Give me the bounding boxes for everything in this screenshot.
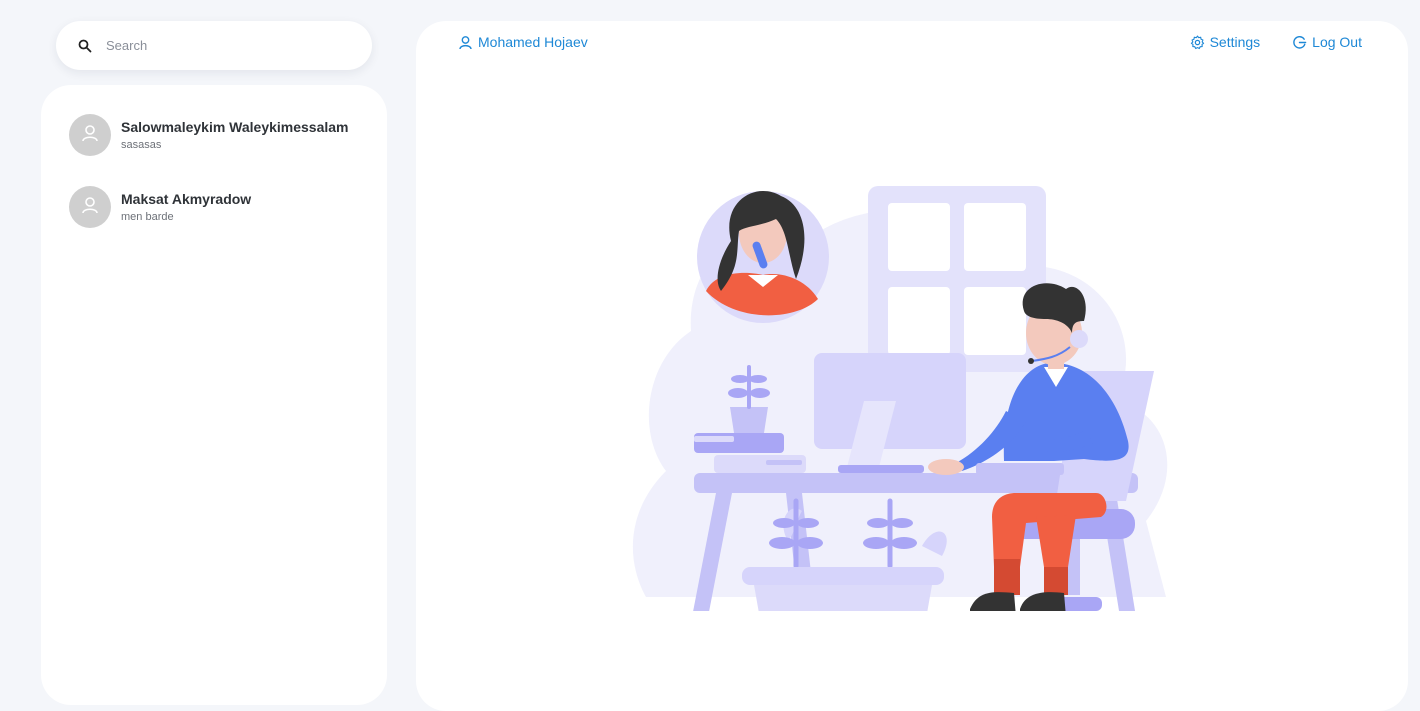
settings-label: Settings bbox=[1209, 34, 1261, 50]
logout-button[interactable]: Log Out bbox=[1292, 34, 1362, 50]
search-bar[interactable] bbox=[56, 21, 372, 70]
contact-name: Salowmaleykim Waleykimessalam bbox=[121, 119, 349, 135]
search-icon bbox=[78, 39, 92, 53]
avatar bbox=[69, 114, 111, 156]
settings-button[interactable]: Settings bbox=[1190, 34, 1261, 50]
user-icon bbox=[80, 195, 100, 220]
contact-item[interactable]: Maksat Akmyradow men barde bbox=[69, 185, 387, 229]
contact-name: Maksat Akmyradow bbox=[121, 191, 252, 207]
logout-label: Log Out bbox=[1312, 34, 1362, 50]
contact-last-message: men barde bbox=[121, 211, 174, 223]
contact-list: Salowmaleykim Waleykimessalam sasasas Ma… bbox=[41, 85, 387, 705]
user-icon bbox=[458, 35, 473, 50]
user-icon bbox=[80, 123, 100, 148]
current-user-name: Mohamed Hojaev bbox=[478, 34, 588, 50]
contact-last-message: sasasas bbox=[121, 139, 162, 151]
main-panel: Mohamed Hojaev Settings Log Out bbox=[416, 21, 1408, 711]
avatar bbox=[69, 186, 111, 228]
current-user-link[interactable]: Mohamed Hojaev bbox=[458, 34, 588, 50]
gear-icon bbox=[1190, 35, 1205, 50]
contact-item[interactable]: Salowmaleykim Waleykimessalam sasasas bbox=[69, 113, 387, 157]
search-input[interactable] bbox=[104, 37, 334, 54]
header-actions: Settings Log Out bbox=[1158, 34, 1362, 50]
logout-icon bbox=[1292, 35, 1307, 50]
customer-support-illustration bbox=[632, 186, 1168, 611]
